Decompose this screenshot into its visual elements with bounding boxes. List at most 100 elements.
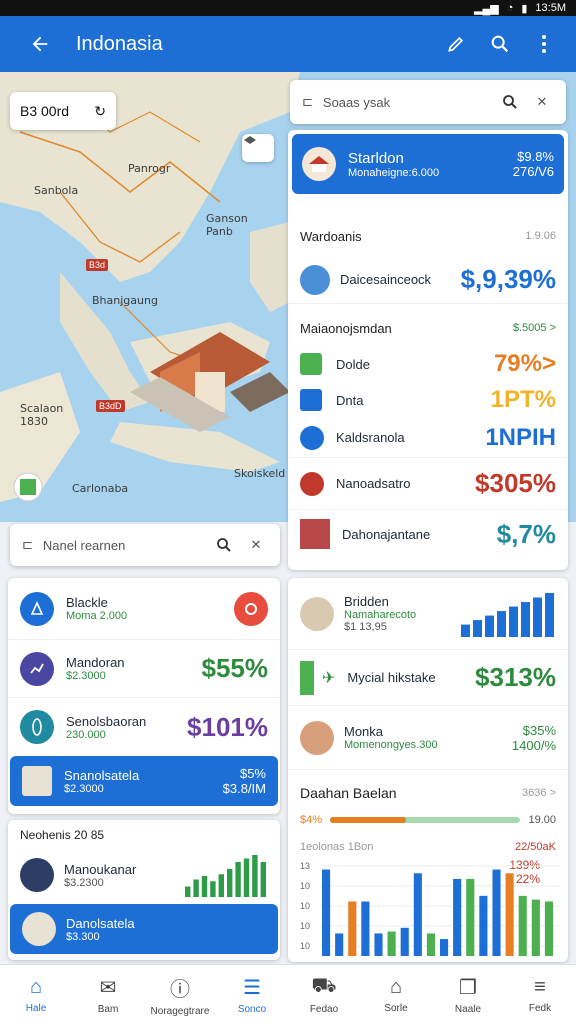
chart-bar [461,624,470,637]
item-value: $101% [187,711,268,742]
chart-bar [218,874,224,897]
item-value: $5% [239,766,266,781]
search-bar-bottom[interactable]: ⊏ Nanel rearnen ✕ [10,524,280,566]
left-list-panel: Blackle Moma 2.000 Mandoran $2.3000 $55%… [8,578,280,814]
wifi-icon: ◔ [506,2,514,14]
nav-item-4[interactable]: ⛟ Fedao [288,965,360,1024]
target-icon [300,471,324,496]
item-sub: $3.2300 [64,876,104,889]
featured-name: Starldon [348,149,404,167]
section-header: Daahan Baelan 3636 > [288,776,568,810]
chart-bar [201,876,208,897]
nav-label: Sorle [384,1002,408,1014]
back-button[interactable] [22,26,58,62]
section-meta[interactable]: 3636 > [522,787,556,799]
nav-item-5[interactable]: ⌂ Sorle [360,965,432,1024]
item-value: $,9,39% [460,264,556,294]
tree-icon [22,912,56,946]
plane-icon: ✈ [322,669,336,687]
nav-item-7[interactable]: ≡ Fedk [504,965,576,1024]
map-label: Skoiskeld [234,467,286,480]
item-value: $,7% [496,518,556,549]
search-input[interactable]: Nanel rearnen [43,538,204,553]
edit-button[interactable] [438,26,474,62]
y-tick-label: 10 [300,921,310,931]
list-item[interactable]: Dolde 79%> [288,346,568,382]
mini-bar-chart [461,592,554,637]
chart-bar [243,858,250,897]
chart-bar [533,597,542,637]
app-bar: Indonasia [0,16,576,72]
search-button[interactable] [482,26,518,62]
globe-icon [300,425,324,450]
selected-list-item[interactable]: Snanolsatela $2.3000 $5% $3.8/IM [10,756,278,806]
section-meta: 1.9.06 [525,230,556,242]
featured-result[interactable]: Starldon Monaheigne:6.000 $9.8% 276/V6 [292,134,564,194]
building-thumbnail [22,766,52,796]
list-item[interactable]: ✈ Mycial hikstake $313% [288,650,568,706]
chart-bar [193,879,199,897]
list-item[interactable]: Senolsbaoran 230.000 $101% [8,698,280,756]
nav-label: Noragegtrare [150,1005,210,1017]
y-tick-label: 10 [300,901,310,911]
nav-label: Bam [97,1003,119,1015]
chip-label: B3 00rd [20,103,70,119]
list-item[interactable]: Dahonajantane $,7% [288,510,568,558]
selected-list-item[interactable]: Danolsatela $3.300 [10,904,278,954]
nav-item-6[interactable]: ❐ Naale [432,965,504,1024]
back-icon: ⊏ [22,537,33,552]
search-icon[interactable] [498,90,522,114]
chart-bar [348,901,357,956]
chart-bar [400,927,409,956]
search-input[interactable]: Soaas ysak [323,95,490,110]
list-item[interactable]: Manoukanar $3.2300 [8,850,280,900]
signal-icon: ▂▄▆ [473,2,499,15]
chart-bar [361,901,370,956]
chart-bar [473,619,482,637]
city-tag[interactable]: B3dD [96,400,125,412]
chart-bar [387,931,396,956]
close-icon[interactable]: ✕ [244,533,268,557]
nav-item-1[interactable]: ✉ Bam [72,965,144,1024]
map-location-chip[interactable]: B3 00rd ↻ [10,92,116,130]
list-item[interactable]: Daicesainceock $,9,39% [288,256,568,304]
item-value: 1PT% [490,386,556,413]
nav-item-2[interactable]: ⓘ Noragegtrare [144,965,216,1024]
list-item[interactable]: Dnta 1PT% [288,382,568,418]
nav-label: Naale [454,1003,482,1015]
item-value-2: $3.8/IM [222,781,266,796]
list-item[interactable]: Monka Momenongyes.300 $35% 1400/% [288,706,568,770]
section-meta[interactable]: $.5005 > [513,322,556,334]
building-thumbnail [300,596,334,631]
map-layer-button[interactable] [242,134,274,162]
section-header: Maiaonojsmdan $.5005 > [288,310,568,346]
list-item[interactable]: Nanoadsatro $305% [288,458,568,510]
chart-bar [227,869,233,897]
nav-item-0[interactable]: ⌂ Hale [0,965,72,1024]
city-tag[interactable]: B3d [86,259,109,271]
chart-bar [479,895,488,956]
search-icon [491,35,509,53]
list-item[interactable]: Kaldsranola 1NPIH [288,418,568,458]
list-item[interactable]: Mandoran $2.3000 $55% [8,640,280,698]
close-icon[interactable]: ✕ [530,90,554,114]
item-sub: $2.3000 [66,670,106,682]
battery-icon: ▮ [521,2,528,15]
chart-bar [252,855,258,897]
item-sub: $2.3000 [64,782,104,795]
section-header: Wardoanis 1.9.06 [288,216,568,256]
search-bar-top[interactable]: ⊏ Soaas ysak ✕ [290,80,566,124]
chart-bar [545,592,554,637]
back-arrow-icon [32,36,48,52]
featured-value-2: 276/V6 [512,164,554,179]
item-sub: Namaharecoto [344,609,417,621]
house-icon: ⌂ [389,975,403,998]
leaf-icon [20,710,54,744]
list-item[interactable]: Blackle Moma 2.000 [8,578,280,640]
nav-item-3[interactable]: ☰ Sonco [216,965,288,1024]
item-name: Nanoadsatro [336,476,411,491]
more-button[interactable] [526,26,562,62]
search-icon[interactable] [212,533,236,557]
chart-bar [509,606,518,637]
list-item[interactable]: Bridden Namaharecoto $1 13,95 [288,578,568,650]
